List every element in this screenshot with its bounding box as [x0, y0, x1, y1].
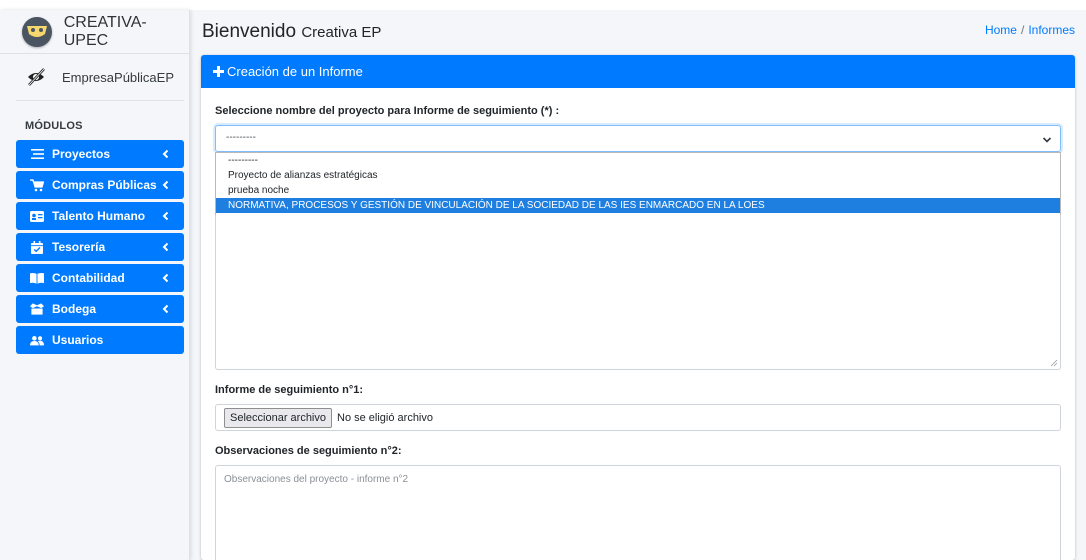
sidebar-item-proyectos[interactable]: Proyectos	[16, 140, 184, 168]
list-icon	[30, 147, 44, 161]
top-bar	[0, 0, 1086, 10]
project-option[interactable]: Proyecto de alianzas estratégicas	[216, 168, 1060, 183]
chevron-left-icon	[162, 242, 169, 252]
brand-name: CREATIVA-UPEC	[63, 13, 147, 49]
project-select-label: Seleccione nombre del proyecto para Info…	[215, 105, 560, 117]
project-select[interactable]: ---------	[215, 125, 1061, 152]
choose-file-button[interactable]: Seleccionar archivo	[224, 407, 332, 428]
sidebar-item-label: Contabilidad	[52, 271, 125, 285]
sidebar-item-bodega[interactable]: Bodega	[16, 295, 184, 323]
chevron-down-icon	[1042, 137, 1052, 143]
sidebar-item-label: Talento Humano	[52, 209, 146, 223]
report-file-input[interactable]: Seleccionar archivo No se eligió archivo	[215, 404, 1061, 431]
observations-label: Observaciones de seguimiento n°2:	[215, 445, 402, 457]
breadcrumb: Home / Informes	[985, 23, 1075, 37]
user-panel[interactable]: EmpresaPúblicaEP	[16, 54, 184, 101]
project-option[interactable]: ---------	[216, 153, 1060, 168]
book-icon	[30, 271, 44, 285]
project-option-selected[interactable]: NORMATIVA, PROCESOS Y GESTIÓN DE VINCULA…	[216, 198, 1060, 213]
sidebar-item-contabilidad[interactable]: Contabilidad	[16, 264, 184, 292]
sidebar-item-label: Tesorería	[52, 240, 106, 254]
sidebar-item-label: Compras Públicas	[52, 178, 157, 192]
sidebar-item-talento-humano[interactable]: Talento Humano	[16, 202, 184, 230]
modules-heading: MÓDULOS	[25, 120, 83, 132]
project-options-list: --------- Proyecto de alianzas estratégi…	[215, 152, 1061, 215]
eye-slash-icon	[28, 68, 45, 86]
card-title: Creación de un Informe	[227, 64, 363, 79]
users-icon	[30, 333, 44, 347]
resize-grip-icon[interactable]	[1050, 359, 1058, 367]
mask-logo-icon	[22, 16, 52, 47]
cart-icon	[30, 178, 44, 192]
calendar-check-icon	[30, 240, 44, 254]
brand-link[interactable]: CREATIVA-UPEC	[0, 10, 190, 54]
observations-placeholder: Observaciones del proyecto - informe n°2	[224, 474, 409, 485]
page-subtitle: Creativa EP	[301, 24, 382, 41]
sidebar-item-compras-publicas[interactable]: Compras Públicas	[16, 171, 184, 199]
user-name: EmpresaPúblicaEP	[62, 69, 174, 85]
breadcrumb-home-link[interactable]: Home	[985, 23, 1017, 37]
page-title: Bienvenido Creativa EP	[202, 21, 381, 43]
breadcrumb-separator: /	[1020, 23, 1025, 37]
breadcrumb-current: Informes	[1028, 23, 1075, 37]
boxes-icon	[30, 302, 44, 316]
sidebar-menu: Proyectos Compras Públicas Talento Human…	[16, 140, 184, 357]
sidebar-item-tesoreria[interactable]: Tesorería	[16, 233, 184, 261]
plus-icon	[213, 66, 224, 77]
report-file-label: Informe de seguimiento n°1:	[215, 384, 364, 396]
chevron-left-icon	[162, 304, 169, 314]
observations-textarea[interactable]: Observaciones del proyecto - informe n°2	[215, 465, 1061, 560]
sidebar-item-label: Proyectos	[52, 147, 111, 161]
sidebar-item-label: Usuarios	[52, 333, 104, 347]
chevron-left-icon	[162, 273, 169, 283]
id-card-icon	[30, 209, 44, 223]
sidebar-item-label: Bodega	[52, 302, 97, 316]
project-textarea[interactable]	[215, 215, 1061, 370]
chevron-left-icon	[162, 211, 169, 221]
chevron-left-icon	[162, 149, 169, 159]
file-status-text: No se eligió archivo	[337, 411, 433, 424]
project-select-value: ---------	[226, 132, 256, 143]
report-card: Creación de un Informe Seleccione nombre…	[201, 55, 1075, 560]
sidebar: CREATIVA-UPEC EmpresaPúblicaEP MÓDULOS P…	[0, 10, 190, 560]
card-header: Creación de un Informe	[201, 55, 1075, 88]
page-title-text: Bienvenido	[202, 21, 297, 42]
chevron-left-icon	[162, 180, 169, 190]
sidebar-item-usuarios[interactable]: Usuarios	[16, 326, 184, 354]
project-option[interactable]: prueba noche	[216, 183, 1060, 198]
